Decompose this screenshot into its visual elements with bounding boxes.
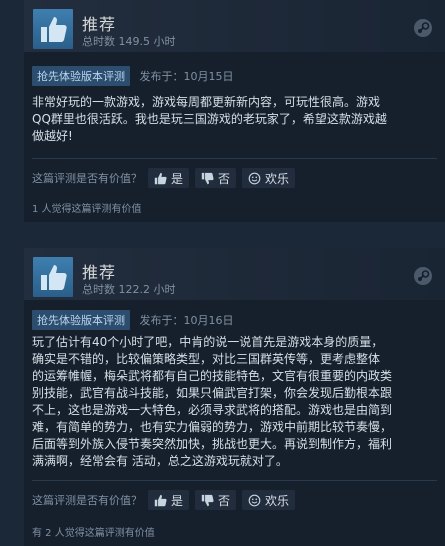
thumbs-up-icon — [154, 494, 167, 506]
helpful-question: 这篇评测是否有价值？ — [32, 172, 142, 185]
vote-no-label: 否 — [218, 493, 231, 508]
thumbs-up-icon — [33, 257, 73, 297]
review-header: 推荐 总时数 149.5 小时 — [24, 0, 445, 52]
smiley-icon — [248, 172, 261, 184]
review-line: 的运筹帷幄，梅朵武将都有自己的技能特色，文官有很重要的内政类 — [32, 369, 393, 383]
review-line: 不上，这也是游戏一大特色，必须寻求武将的搭配。游戏也是由简到 — [32, 403, 393, 417]
vote-yes-button[interactable]: 是 — [148, 168, 190, 188]
vote-yes-label: 是 — [171, 493, 184, 508]
early-access-badge: 抢先体验版本评测 — [32, 310, 130, 330]
vote-funny-label: 欢乐 — [265, 171, 290, 186]
review-line: 非常好玩的一款游戏，游戏每周都更新新内容，可玩性很高。游戏 — [32, 95, 381, 109]
vote-yes-label: 是 — [171, 171, 184, 186]
helpful-count: 有 2 人觉得这篇评测有价值 — [32, 528, 155, 539]
vote-no-label: 否 — [218, 171, 231, 186]
hours-played: 总时数 122.2 小时 — [82, 283, 176, 296]
vote-funny-label: 欢乐 — [265, 493, 290, 508]
review-line: 别技能，武官有战斗技能，如果只偏武官打架，你会发现后勤根本跟 — [32, 386, 393, 400]
review-line: 玩了估计有40个小时了吧，中肯的说一说首先是游戏本身的质量， — [32, 335, 384, 349]
steam-icon — [414, 19, 432, 37]
vote-no-button[interactable]: 否 — [195, 168, 237, 188]
thumbs-down-icon — [201, 494, 214, 506]
steam-icon — [414, 267, 432, 285]
review-body: 非常好玩的一款游戏，游戏每周都更新新内容，可玩性很高。游戏 QQ群里也很活跃。我… — [32, 94, 432, 145]
review-card: 推荐 总时数 122.2 小时 抢先体验版本评测 发布于：10月16日 玩了估计… — [24, 248, 445, 546]
hours-played: 总时数 149.5 小时 — [82, 35, 176, 48]
posted-date: 发布于：10月16日 — [139, 314, 234, 327]
vote-no-button[interactable]: 否 — [195, 490, 237, 510]
divider — [32, 158, 437, 159]
vote-funny-button[interactable]: 欢乐 — [242, 490, 296, 510]
divider — [32, 480, 437, 481]
helpful-vote-row: 这篇评测是否有价值？ 是 否 欢乐 — [32, 168, 296, 188]
thumbs-up-icon — [33, 9, 73, 49]
thumbs-up-icon — [154, 172, 167, 184]
review-line: 后面等到外族入侵节奏突然加快，挑战也更大。再说到制作方，福利 — [32, 437, 393, 451]
review-line: 难，有简单的势力，也有实力偏弱的势力，游戏中前期比较节奏慢， — [32, 420, 393, 434]
vote-yes-button[interactable]: 是 — [148, 490, 190, 510]
helpful-count: 1 人觉得这篇评测有价值 — [32, 204, 142, 215]
early-access-badge: 抢先体验版本评测 — [32, 66, 130, 86]
review-line: QQ群里也很活跃。我也是玩三国游戏的老玩家了，希望这款游戏越 — [32, 112, 387, 126]
review-line: 做越好! — [32, 129, 73, 143]
review-line: 满满啊，经常会有 活动，总之这游戏玩就对了。 — [32, 454, 288, 468]
recommendation-title: 推荐 — [82, 263, 117, 282]
review-line: 确实是不错的，比较偏策略类型，对比三国群英传等，更考虑整体 — [32, 352, 381, 366]
review-meta: 抢先体验版本评测 发布于：10月16日 — [32, 310, 234, 330]
recommendation-title: 推荐 — [82, 15, 117, 34]
vote-funny-button[interactable]: 欢乐 — [242, 168, 296, 188]
review-meta: 抢先体验版本评测 发布于：10月15日 — [32, 66, 234, 86]
review-header: 推荐 总时数 122.2 小时 — [24, 248, 445, 300]
posted-date: 发布于：10月15日 — [139, 70, 234, 83]
review-card: 推荐 总时数 149.5 小时 抢先体验版本评测 发布于：10月15日 非常好玩… — [24, 0, 445, 222]
thumbs-down-icon — [201, 172, 214, 184]
review-body: 玩了估计有40个小时了吧，中肯的说一说首先是游戏本身的质量， 确实是不错的，比较… — [32, 334, 432, 470]
helpful-question: 这篇评测是否有价值？ — [32, 494, 142, 507]
helpful-vote-row: 这篇评测是否有价值？ 是 否 欢乐 — [32, 490, 296, 510]
smiley-icon — [248, 494, 261, 506]
